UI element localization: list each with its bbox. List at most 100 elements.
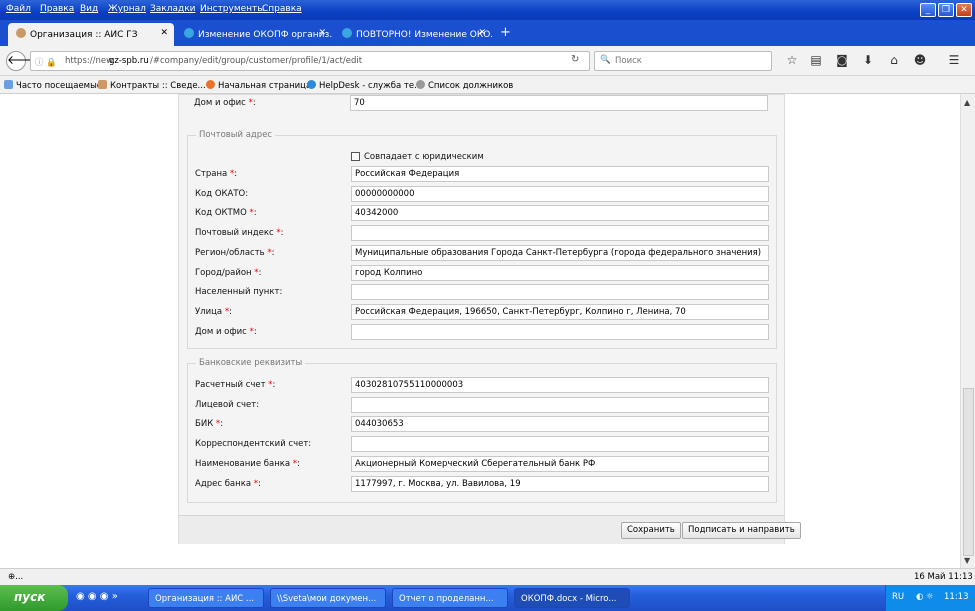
tray-icons[interactable]: ◐ ☼ [916, 592, 934, 602]
status-left: ⊕... [8, 572, 24, 582]
field-label: Наименование банка *: [195, 458, 300, 469]
bank-field-input[interactable]: 044030653 [351, 416, 769, 433]
scroll-up-icon[interactable]: ▲ [964, 98, 970, 107]
postal-field-input[interactable] [351, 225, 769, 242]
language-indicator[interactable]: RU [892, 592, 904, 602]
tab-okopf-change[interactable]: Изменение ОКОПФ организ... ✕ [176, 23, 332, 46]
postal-field-row: Код ОКТМО *: 40342000 [188, 205, 788, 222]
bank-field-input[interactable]: 1177997, г. Москва, ул. Вавилова, 19 [351, 475, 769, 492]
url-path: /#company/edit/group/customer/profile/1/… [150, 56, 363, 66]
postal-field-input[interactable]: 40342000 [351, 205, 769, 222]
scroll-down-icon[interactable]: ▼ [964, 556, 970, 565]
tab-label: ПОВТОРНО! Изменение ОКО... [356, 30, 492, 40]
status-datetime: 16 Май 11:13 [914, 572, 973, 582]
bookmark-contracts[interactable]: Контракты :: Сведе... [98, 80, 206, 91]
clock: 11:13 [944, 592, 969, 602]
bookmark-debtors[interactable]: Список должников [416, 80, 513, 91]
globe-icon [416, 80, 425, 89]
download-icon[interactable]: ⬇ [860, 53, 876, 69]
field-value: 044030653 [355, 419, 404, 430]
postal-field-input[interactable]: 00000000000 [351, 185, 769, 202]
field-label: Дом и офис *: [194, 98, 256, 108]
menu-edit[interactable]: Правка [40, 4, 74, 14]
reload-icon[interactable]: ↻ [571, 54, 579, 65]
close-tab-icon[interactable]: ✕ [160, 28, 168, 38]
tab-organization[interactable]: Организация :: АИС ГЗ ✕ [8, 23, 174, 46]
home-icon[interactable]: ⌂ [886, 53, 902, 69]
start-button[interactable]: пуск [0, 585, 68, 611]
star-icon[interactable]: ☆ [784, 53, 800, 69]
search-input[interactable]: 🔍 Поиск [594, 51, 772, 71]
house-office-legal-input[interactable]: 70 [350, 95, 768, 111]
bookmark-icon [4, 80, 13, 89]
menu-file[interactable]: Файл [6, 4, 31, 14]
postal-field-input[interactable]: город Колпино [351, 264, 769, 281]
maximize-icon[interactable]: ❐ [938, 3, 954, 17]
organization-form: Дом и офис *: 70 Почтовый адрес Совпадае… [178, 94, 801, 544]
clipboard-icon[interactable]: ▤ [808, 53, 824, 69]
field-label: Почтовый индекс *: [195, 228, 284, 239]
menu-bookmarks[interactable]: Закладки [150, 4, 196, 14]
postal-field-input[interactable]: Российская Федерация, 196650, Санкт-Пете… [351, 303, 769, 320]
bank-field-input[interactable] [351, 396, 769, 413]
field-label: Лицевой счет: [195, 399, 260, 410]
form-footer: Сохранить Подписать и направить [179, 515, 801, 544]
bank-field-input[interactable] [351, 436, 769, 453]
field-value: Акционерный Комерческий Сберегательный б… [355, 458, 596, 469]
sign-and-send-button[interactable]: Подписать и направить [682, 522, 801, 539]
postal-field-row: Почтовый индекс *: [188, 225, 788, 242]
menu-tools[interactable]: Инструменты [200, 4, 264, 14]
bookmark-most-visited[interactable]: Часто посещаемые [4, 80, 102, 91]
menu-help[interactable]: Справка [262, 4, 302, 14]
url-domain: gz-spb.ru [109, 56, 149, 66]
pocket-icon[interactable]: ◙ [834, 53, 850, 69]
hamburger-menu-icon[interactable]: ☰ [946, 53, 962, 69]
save-button[interactable]: Сохранить [621, 522, 681, 539]
task-sveta-docs[interactable]: \\Sveta\мои докумен... [270, 588, 386, 608]
task-organization[interactable]: Организация :: АИС ... [148, 588, 264, 608]
url-bar[interactable]: ⓘ 🔒 https://new. gz-spb.ru /#company/edi… [30, 51, 590, 71]
menu-history[interactable]: Журнал [108, 4, 146, 14]
postal-field-row: Город/район *: город Колпино [188, 264, 788, 281]
task-okopf-docx[interactable]: ОКОПФ.docx - Micro... [514, 588, 630, 608]
postal-field-input[interactable] [351, 323, 769, 340]
postal-field-input[interactable]: Российская Федерация [351, 166, 769, 182]
bookmark-label: Список должников [428, 81, 514, 91]
scrollbar-thumb[interactable] [963, 388, 974, 556]
bank-field-row: БИК *: 044030653 [188, 416, 788, 433]
task-report[interactable]: Отчет о проделанн... [392, 588, 508, 608]
minimize-icon[interactable]: _ [920, 3, 936, 17]
field-value: 40302810755110000003 [355, 380, 464, 390]
bank-field-input[interactable]: 40302810755110000003 [351, 377, 769, 393]
system-tray: RU ◐ ☼ 11:13 [885, 585, 975, 611]
menu-view[interactable]: Вид [80, 4, 98, 14]
helpdesk-icon [307, 80, 316, 89]
quick-launch-icons[interactable]: ◉ ◉ ◉ » [76, 591, 118, 602]
bank-field-input[interactable]: Акционерный Комерческий Сберегательный б… [351, 455, 769, 472]
chat-icon[interactable]: ☻ [912, 53, 928, 69]
field-label: Населенный пункт: [195, 287, 283, 298]
field-value: 00000000000 [355, 188, 415, 199]
search-icon: 🔍 [600, 55, 611, 65]
tab-okopf-repeat[interactable]: ПОВТОРНО! Изменение ОКО... ✕ [334, 23, 492, 46]
bookmark-home-page[interactable]: Начальная страница [206, 80, 311, 91]
bookmark-label: HelpDesk - служба те... [319, 81, 423, 91]
postal-field-input[interactable] [351, 284, 769, 301]
back-icon[interactable]: 🡐 [6, 51, 39, 71]
same-as-legal-checkbox[interactable] [351, 152, 360, 161]
field-label: Дом и офис *: [195, 326, 257, 337]
start-label: пуск [14, 590, 46, 604]
new-tab-button[interactable]: + [494, 23, 518, 46]
form-row-house-office-legal: Дом и офис *: 70 [179, 95, 779, 111]
search-placeholder: Поиск [615, 56, 642, 66]
field-value: Российская Федерация, 196650, Санкт-Пете… [355, 306, 686, 317]
firefox-icon [206, 80, 215, 89]
postal-field-input[interactable]: Муниципальные образования Города Санкт-П… [351, 244, 769, 261]
site-icon [16, 28, 26, 38]
bookmark-helpdesk[interactable]: HelpDesk - служба те... [307, 80, 422, 91]
close-tab-icon[interactable]: ✕ [318, 28, 326, 38]
vertical-scrollbar[interactable]: ▲ ▼ [960, 94, 975, 568]
close-tab-icon[interactable]: ✕ [478, 28, 486, 38]
bookmark-label: Контракты :: Сведе... [110, 81, 206, 91]
close-icon[interactable]: ✕ [956, 3, 972, 17]
